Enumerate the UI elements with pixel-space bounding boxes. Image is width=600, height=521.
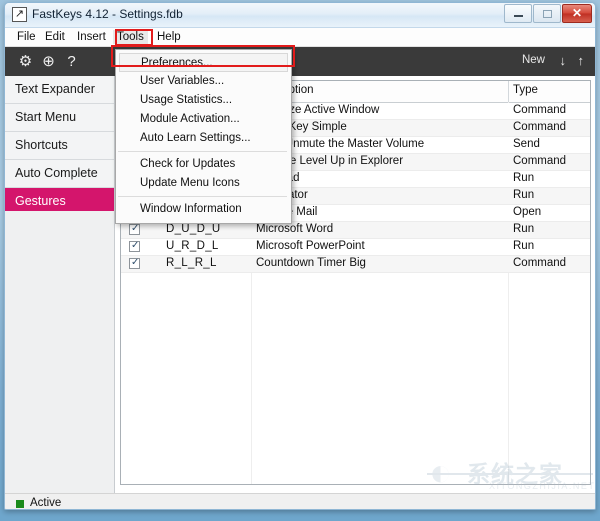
close-icon: ✕	[563, 5, 591, 22]
move-up-icon[interactable]: ↑	[578, 53, 585, 68]
globe-icon[interactable]: ⊕	[40, 53, 57, 70]
cell-gesture: R_L_R_L	[166, 257, 217, 269]
toolbar: ⚙ ⊕ ? New ↓ ↑	[5, 47, 595, 76]
status-bar: Active	[5, 493, 595, 510]
help-icon[interactable]: ?	[63, 53, 80, 70]
cell-type: Command	[513, 257, 566, 269]
menu-item-usage-statistics[interactable]: Usage Statistics...	[116, 91, 291, 110]
menu-item-update-menu-icons[interactable]: Update Menu Icons	[116, 174, 291, 193]
table-row[interactable]: R_L_R_L Countdown Timer Big Command	[121, 256, 590, 273]
cell-type: Command	[513, 155, 566, 167]
cell-type: Run	[513, 240, 534, 252]
sidebar-item-label: Auto Complete	[15, 166, 98, 180]
menu-insert[interactable]: Insert	[73, 30, 110, 44]
row-checkbox[interactable]	[129, 258, 140, 269]
cell-type: Run	[513, 223, 534, 235]
sidebar-item-text-expander[interactable]: Text Expander	[5, 76, 114, 104]
sidebar-item-label: Start Menu	[15, 110, 76, 124]
minimize-icon	[514, 12, 523, 17]
window-title: FastKeys 4.12 - Settings.fdb	[32, 7, 183, 21]
body-area: Text Expander Start Menu Shortcuts Auto …	[5, 76, 595, 493]
cell-type: Run	[513, 172, 534, 184]
application-window: ↗ FastKeys 4.12 - Settings.fdb ✕ File Ed…	[4, 2, 596, 510]
menu-item-auto-learn-settings[interactable]: Auto Learn Settings...	[116, 129, 291, 148]
cell-type: Send	[513, 138, 540, 150]
cell-gesture: D_U_D_U	[166, 223, 221, 235]
sidebar-item-auto-complete[interactable]: Auto Complete	[5, 160, 114, 188]
header-separator	[508, 81, 509, 102]
sidebar: Text Expander Start Menu Shortcuts Auto …	[5, 76, 115, 493]
cell-type: Run	[513, 189, 534, 201]
move-down-icon[interactable]: ↓	[560, 53, 567, 68]
column-header-type[interactable]: Type	[513, 84, 538, 96]
tools-dropdown-menu: Preferences... User Variables... Usage S…	[115, 49, 292, 224]
menu-file[interactable]: File	[13, 30, 40, 44]
sidebar-item-start-menu[interactable]: Start Menu	[5, 104, 114, 132]
sidebar-item-label: Gestures	[15, 194, 66, 208]
table-row[interactable]: D_U_D_U Microsoft Word Run	[121, 222, 590, 239]
cell-description: Countdown Timer Big	[256, 257, 366, 269]
menu-help[interactable]: Help	[153, 30, 185, 44]
cell-gesture: U_R_D_L	[166, 240, 219, 252]
cell-type: Open	[513, 206, 541, 218]
cell-description: Microsoft Word	[256, 223, 333, 235]
cell-description: Microsoft PowerPoint	[256, 240, 365, 252]
app-arrow-icon: ↗	[12, 7, 27, 22]
menu-item-check-for-updates[interactable]: Check for Updates	[116, 155, 291, 174]
row-checkbox[interactable]	[129, 224, 140, 235]
menu-item-user-variables[interactable]: User Variables...	[116, 72, 291, 91]
menu-bar: File Edit Insert Tools Help	[5, 28, 595, 47]
row-checkbox[interactable]	[129, 241, 140, 252]
status-text: Active	[30, 497, 61, 509]
menu-item-module-activation[interactable]: Module Activation...	[116, 110, 291, 129]
title-bar: ↗ FastKeys 4.12 - Settings.fdb ✕	[5, 3, 595, 28]
menu-tools[interactable]: Tools	[113, 30, 148, 44]
cell-type: Command	[513, 121, 566, 133]
menu-edit[interactable]: Edit	[41, 30, 69, 44]
gear-icon[interactable]: ⚙	[17, 53, 34, 70]
sidebar-empty-area	[5, 211, 114, 493]
maximize-icon	[543, 10, 552, 18]
menu-item-window-information[interactable]: Window Information	[116, 200, 291, 219]
menu-separator	[118, 151, 287, 152]
menu-item-preferences[interactable]: Preferences...	[119, 53, 288, 72]
sidebar-item-label: Text Expander	[15, 82, 95, 96]
menu-separator	[118, 196, 287, 197]
sidebar-item-label: Shortcuts	[15, 138, 68, 152]
status-indicator-icon	[16, 500, 24, 508]
sidebar-item-shortcuts[interactable]: Shortcuts	[5, 132, 114, 160]
minimize-button[interactable]	[504, 4, 532, 23]
close-button[interactable]: ✕	[562, 4, 592, 23]
maximize-button[interactable]	[533, 4, 561, 23]
cell-type: Command	[513, 104, 566, 116]
table-row[interactable]: U_R_D_L Microsoft PowerPoint Run	[121, 239, 590, 256]
new-button[interactable]: New	[522, 54, 545, 66]
